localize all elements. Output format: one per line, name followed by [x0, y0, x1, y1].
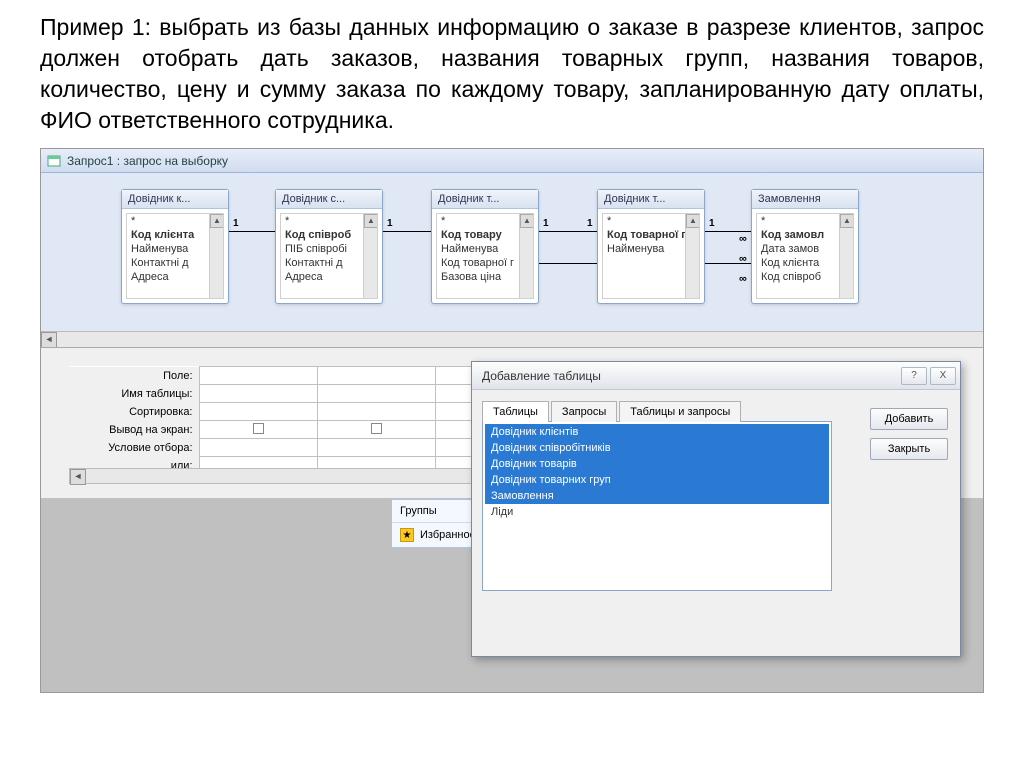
relation-one-label: 1 — [387, 218, 393, 229]
table-title: Довідник к... — [128, 193, 190, 205]
table-listbox[interactable]: Довідник клієнтівДовідник співробітників… — [482, 421, 832, 591]
dialog-title: Добавление таблицы — [482, 369, 601, 383]
star-icon: ★ — [400, 528, 414, 542]
grid-label-show: Вывод на экран: — [69, 421, 199, 439]
table-scrollbar[interactable]: ▲ — [209, 214, 223, 298]
table-header[interactable]: Довідник т... — [598, 190, 704, 209]
table-box[interactable]: Довідник т...*Код товарної гНайменува▲ — [597, 189, 705, 304]
grid-label-table: Имя таблицы: — [69, 385, 199, 403]
list-item[interactable]: Довідник співробітників — [485, 440, 829, 456]
list-item[interactable]: Довідник клієнтів — [485, 424, 829, 440]
query-icon — [47, 154, 61, 168]
show-checkbox[interactable] — [371, 423, 382, 434]
tab-queries[interactable]: Запросы — [551, 401, 617, 422]
nav-groups-label: Группы — [400, 505, 437, 517]
diagram-scrollbar[interactable]: ◄ — [41, 331, 983, 347]
relation-many-label: ∞ — [739, 273, 747, 285]
show-checkbox[interactable] — [253, 423, 264, 434]
relation-many-label: ∞ — [739, 233, 747, 245]
table-scrollbar[interactable]: ▲ — [839, 214, 853, 298]
scroll-up-icon[interactable]: ▲ — [686, 214, 700, 228]
list-item[interactable]: Ліди — [485, 504, 829, 520]
grid-label-field: Поле: — [69, 367, 199, 385]
add-table-dialog: Добавление таблицы ? X Таблицы Запросы Т… — [471, 361, 961, 657]
grid-scrollbar[interactable]: ◄ — [69, 468, 529, 484]
query-designer-window: Запрос1 : запрос на выборку 1 1 1 1 1 ∞ … — [40, 148, 984, 693]
dialog-titlebar[interactable]: Добавление таблицы ? X — [472, 362, 960, 390]
table-title: Замовлення — [758, 193, 821, 205]
list-item[interactable]: Довідник товарів — [485, 456, 829, 472]
scroll-left-button[interactable]: ◄ — [41, 332, 57, 348]
table-title: Довідник т... — [604, 193, 665, 205]
example-description: Пример 1: выбрать из базы данных информа… — [0, 0, 1024, 148]
table-title: Довідник с... — [282, 193, 345, 205]
tab-tables[interactable]: Таблицы — [482, 401, 549, 422]
relation-many-label: ∞ — [739, 253, 747, 265]
table-scrollbar[interactable]: ▲ — [519, 214, 533, 298]
relationship-diagram[interactable]: 1 1 1 1 1 ∞ ∞ ∞ Довідник к...*Код клієнт… — [41, 173, 983, 348]
relation-one-label: 1 — [587, 218, 593, 229]
close-button[interactable]: Закрыть — [870, 438, 948, 460]
table-header[interactable]: Довідник к... — [122, 190, 228, 209]
grid-label-sort: Сортировка: — [69, 403, 199, 421]
scroll-up-icon[interactable]: ▲ — [840, 214, 854, 228]
relation-one-label: 1 — [543, 218, 549, 229]
table-box[interactable]: Довідник с...*Код співробПІБ співробіКон… — [275, 189, 383, 304]
table-header[interactable]: Довідник т... — [432, 190, 538, 209]
window-titlebar: Запрос1 : запрос на выборку — [41, 149, 983, 173]
dialog-help-button[interactable]: ? — [901, 367, 927, 385]
scroll-up-icon[interactable]: ▲ — [520, 214, 534, 228]
table-box[interactable]: Замовлення*Код замовлДата замовКод клієн… — [751, 189, 859, 304]
nav-favorites-label: Избранное — [420, 529, 476, 541]
tab-both[interactable]: Таблицы и запросы — [619, 401, 741, 422]
grid-label-criteria: Условие отбора: — [69, 439, 199, 457]
scroll-up-icon[interactable]: ▲ — [210, 214, 224, 228]
table-scrollbar[interactable]: ▲ — [363, 214, 377, 298]
scroll-up-icon[interactable]: ▲ — [364, 214, 378, 228]
list-item[interactable]: Довідник товарних груп — [485, 472, 829, 488]
list-item[interactable]: Замовлення — [485, 488, 829, 504]
dialog-close-button[interactable]: X — [930, 367, 956, 385]
table-box[interactable]: Довідник т...*Код товаруНайменуваКод тов… — [431, 189, 539, 304]
add-button[interactable]: Добавить — [870, 408, 948, 430]
table-header[interactable]: Замовлення — [752, 190, 858, 209]
window-title: Запрос1 : запрос на выборку — [67, 154, 228, 168]
table-title: Довідник т... — [438, 193, 499, 205]
relation-one-label: 1 — [233, 218, 239, 229]
table-scrollbar[interactable]: ▲ — [685, 214, 699, 298]
table-header[interactable]: Довідник с... — [276, 190, 382, 209]
relation-one-label: 1 — [709, 218, 715, 229]
scroll-left-button[interactable]: ◄ — [70, 469, 86, 485]
table-box[interactable]: Довідник к...*Код клієнтаНайменуваКонтак… — [121, 189, 229, 304]
